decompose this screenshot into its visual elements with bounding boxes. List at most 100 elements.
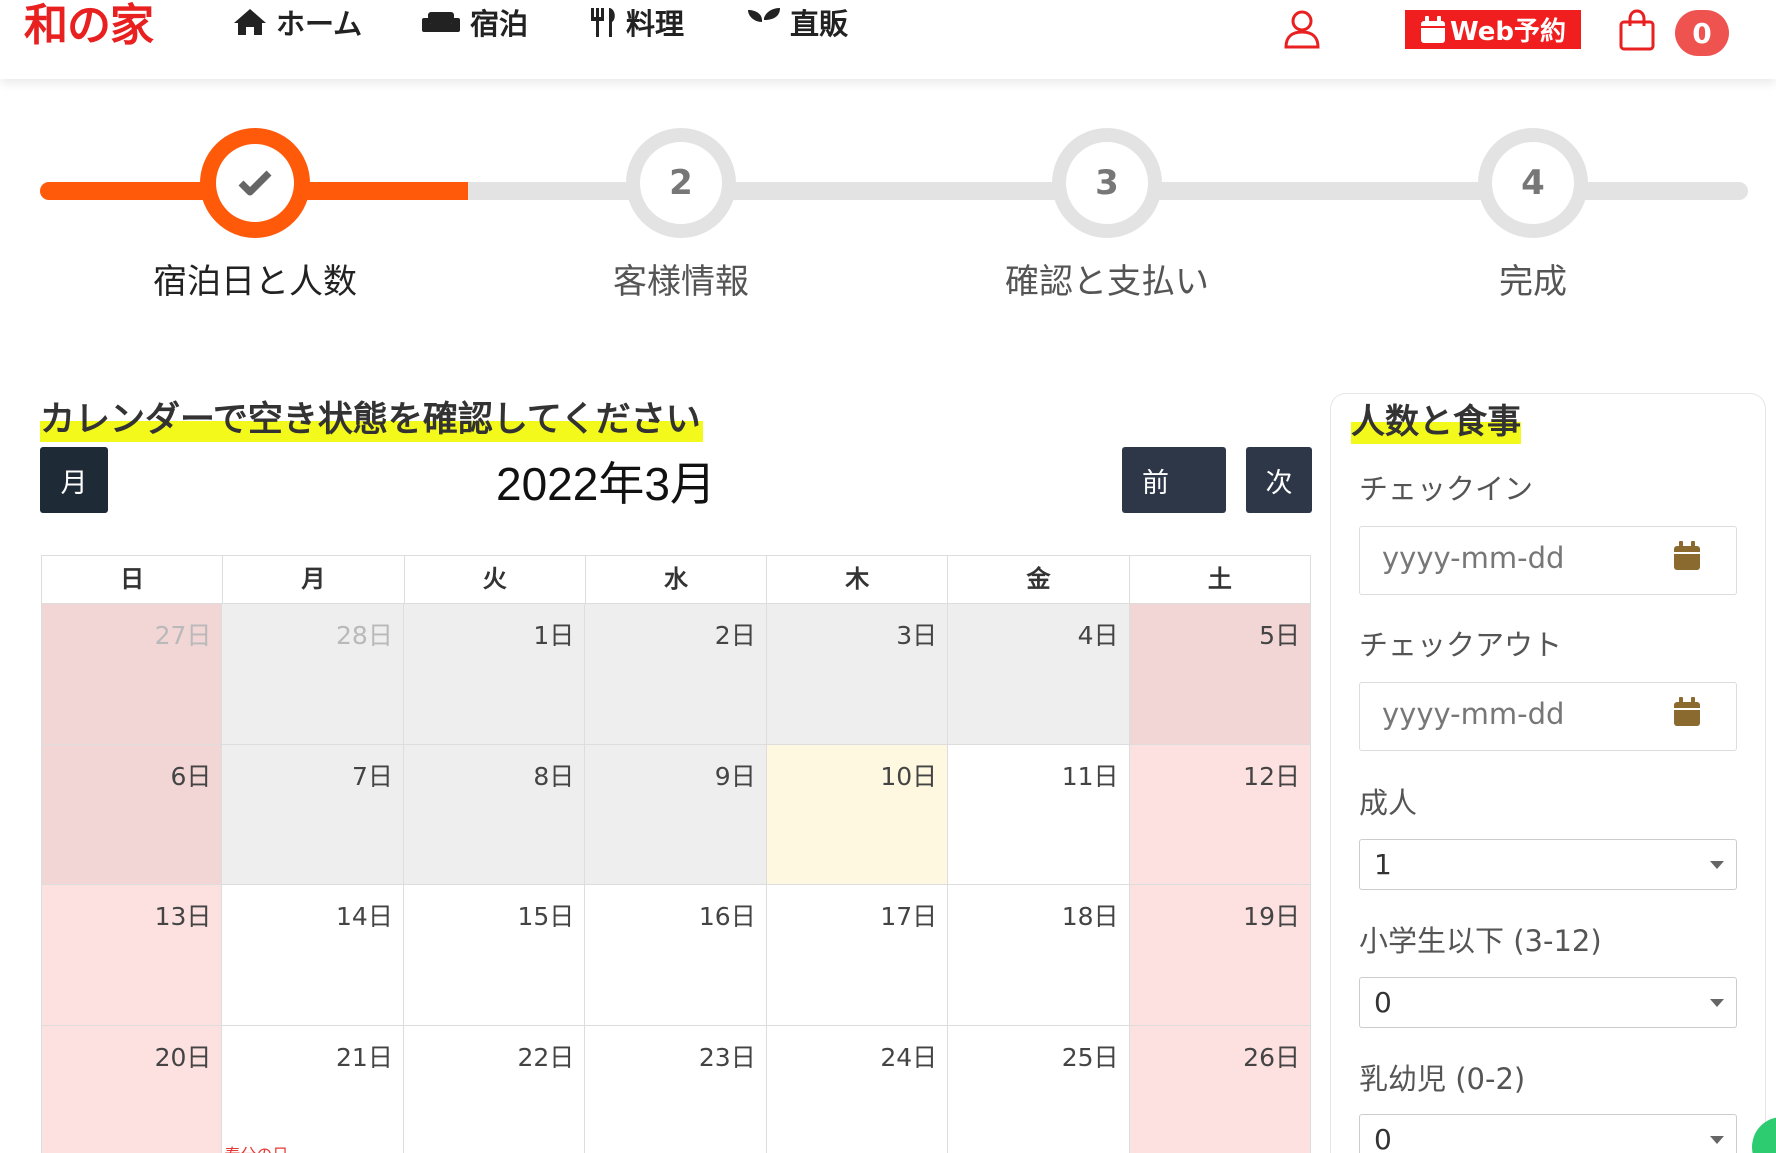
calendar-day-cell[interactable]: 9日: [585, 744, 767, 885]
seedling-icon: [748, 8, 780, 37]
panel-title: 人数と食事: [1351, 400, 1521, 444]
weekday-sun: 日: [42, 556, 224, 603]
nav-direct-sales-label: 直販: [790, 7, 849, 41]
infants-select[interactable]: 0: [1359, 1114, 1737, 1153]
calendar-day-cell[interactable]: 15日: [403, 885, 586, 1026]
calendar-day-cell[interactable]: 11日: [948, 744, 1130, 885]
calendar-day-cell[interactable]: 21日春分の日: [222, 1025, 404, 1153]
next-month-button[interactable]: 次: [1246, 447, 1312, 513]
calendar-day-cell[interactable]: 7日: [222, 744, 404, 885]
calendar-icon[interactable]: [1672, 540, 1702, 572]
holiday-label: 春分の日: [224, 1141, 288, 1153]
chevron-down-icon: [1710, 861, 1724, 869]
calendar-day-cell[interactable]: 2日: [585, 604, 767, 745]
calendar-day-number: 19日: [1243, 902, 1300, 931]
calendar-day-cell[interactable]: 4日: [948, 604, 1130, 745]
calendar-day-cell[interactable]: 5日: [1129, 604, 1311, 745]
calendar-day-number: 26日: [1243, 1042, 1300, 1072]
calendar-day-cell[interactable]: 18日: [948, 885, 1130, 1026]
prev-month-button[interactable]: 前: [1122, 447, 1226, 513]
nav-direct-sales[interactable]: 直販: [746, 2, 848, 42]
shopping-bag-icon[interactable]: [1617, 9, 1657, 51]
calendar-day-number: 16日: [698, 902, 756, 931]
step-3-circle: 3: [1052, 128, 1162, 238]
site-header: 和の家 ホーム 宿泊 料理 直販 Web予約 0: [0, 0, 1776, 79]
children-select[interactable]: 0: [1359, 977, 1737, 1028]
calendar-day-number: 9日: [714, 761, 756, 791]
calendar-day-number: 18日: [1061, 902, 1119, 931]
calendar-day-number: 5日: [1259, 621, 1300, 650]
weekday-fri: 金: [948, 556, 1130, 603]
month-view-button[interactable]: 月: [40, 447, 108, 513]
calendar-day-cell[interactable]: 17日: [766, 885, 949, 1026]
calendar-day-cell[interactable]: 22日: [403, 1025, 586, 1153]
calendar-grid: 日 月 火 水 木 金 土 27日 28日 1日 2日 3日 4日 5日 6日 7日 8日 9日 10…: [41, 555, 1311, 1153]
calendar-weekday-header: 日 月 火 水 木 金 土: [41, 555, 1311, 604]
infants-value: 0: [1374, 1123, 1392, 1153]
adults-value: 1: [1374, 848, 1392, 881]
nav-home[interactable]: ホーム: [232, 2, 362, 42]
progress-stepper: 2 3 4 宿泊日と人数 客様情報 確認と支払い 完成: [0, 100, 1776, 310]
calendar-day-number: 2日: [714, 621, 756, 650]
checkin-label: チェックイン: [1359, 472, 1534, 506]
step-2-circle: 2: [626, 128, 736, 238]
user-icon[interactable]: [1282, 9, 1322, 49]
calendar-day-cell[interactable]: 1日: [403, 604, 586, 745]
checkout-date-input[interactable]: yyyy-mm-dd: [1359, 682, 1737, 751]
calendar-day-number: 23日: [698, 1042, 756, 1072]
calendar-day-number: 22日: [517, 1042, 575, 1072]
calendar-day-cell[interactable]: 10日: [766, 744, 949, 885]
checkin-date-input[interactable]: yyyy-mm-dd: [1359, 526, 1737, 595]
calendar-day-cell[interactable]: 6日: [41, 744, 223, 885]
calendar-day-cell[interactable]: 19日: [1129, 885, 1311, 1026]
checkout-placeholder: yyyy-mm-dd: [1382, 697, 1565, 731]
weekday-sat: 土: [1207, 565, 1232, 593]
calendar-day-cell[interactable]: 12日: [1129, 744, 1311, 885]
calendar-day-cell[interactable]: 14日: [222, 885, 404, 1026]
web-reservation-button[interactable]: Web予約: [1405, 10, 1581, 49]
sofa-icon: [422, 12, 460, 32]
calendar-day-cell[interactable]: 23日: [585, 1025, 767, 1153]
calendar-day-cell[interactable]: 20日: [41, 1025, 223, 1153]
calendar-day-number: 12日: [1243, 761, 1300, 791]
calendar-month-label: 2022年3月: [496, 458, 716, 510]
weekday-wed: 水: [586, 556, 768, 603]
calendar-day-cell[interactable]: 3日: [766, 604, 949, 745]
calendar-day-number: 28日: [336, 621, 393, 650]
checkin-placeholder: yyyy-mm-dd: [1382, 541, 1565, 575]
adults-label: 成人: [1359, 786, 1418, 820]
cart-count-badge[interactable]: 0: [1675, 10, 1729, 56]
calendar-day-number: 24日: [880, 1042, 938, 1072]
step-2-label: 客様情報: [613, 262, 749, 302]
calendar-day-number: 8日: [533, 761, 575, 791]
children-value: 0: [1374, 986, 1392, 1019]
home-icon: [234, 9, 266, 35]
booking-page: 和の家 ホーム 宿泊 料理 直販 Web予約 0 2 3 4 宿泊日と人数 客様…: [0, 0, 1776, 1153]
weekday-mon: 月: [223, 556, 405, 603]
adults-select[interactable]: 1: [1359, 839, 1737, 890]
calendar-day-cell[interactable]: 27日: [41, 604, 223, 745]
calendar-day-number: 25日: [1061, 1042, 1119, 1072]
step-1-circle: [200, 128, 310, 238]
guests-meals-panel: 人数と食事 チェックイン yyyy-mm-dd チェックアウト yyyy-mm-…: [1330, 393, 1766, 1153]
calendar-title: カレンダーで空き状態を確認してください: [40, 398, 703, 442]
weekday-thu: 木: [767, 556, 949, 603]
calendar-day-cell[interactable]: 13日: [41, 885, 223, 1026]
step-3-label: 確認と支払い: [1005, 262, 1209, 302]
calendar-day-number: 7日: [351, 761, 393, 791]
calendar-day-number: 14日: [336, 902, 393, 931]
calendar-icon[interactable]: [1672, 696, 1702, 728]
calendar-day-cell[interactable]: 28日: [222, 604, 404, 745]
calendar-day-cell[interactable]: 8日: [403, 744, 586, 885]
calendar-day-cell[interactable]: 25日: [948, 1025, 1130, 1153]
calendar-day-cell[interactable]: 26日: [1129, 1025, 1311, 1153]
calendar-day-cell[interactable]: 16日: [585, 885, 767, 1026]
step-1-label: 宿泊日と人数: [153, 262, 357, 302]
infants-label: 乳幼児 (0-2): [1359, 1062, 1526, 1096]
site-logo[interactable]: 和の家: [24, 0, 154, 54]
calendar-day-number: 17日: [880, 902, 938, 931]
nav-stay[interactable]: 宿泊: [420, 2, 528, 42]
nav-food[interactable]: 料理: [588, 2, 684, 42]
calendar-day-cell[interactable]: 24日: [766, 1025, 949, 1153]
calendar-day-number: 21日: [336, 1042, 393, 1072]
